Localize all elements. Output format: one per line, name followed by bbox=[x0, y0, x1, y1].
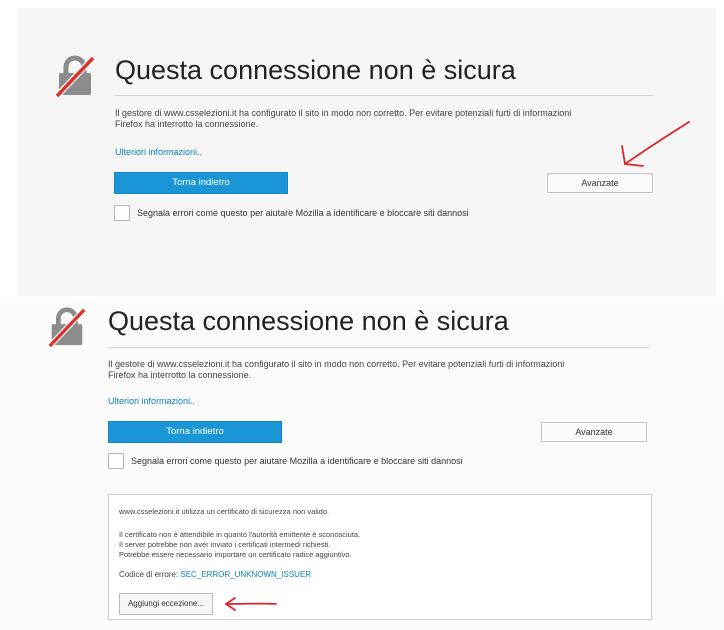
description-line: Firefox ha interrotto la connessione. bbox=[115, 119, 259, 129]
error-code-link[interactable]: SEC_ERROR_UNKNOWN_ISSUER bbox=[180, 570, 311, 579]
advanced-button[interactable]: Avanzate bbox=[541, 422, 647, 442]
title-divider bbox=[115, 95, 653, 96]
error-description: Il gestore di www.csselezioni.it ha conf… bbox=[115, 108, 675, 130]
description-line: Firefox ha interrotto la connessione. bbox=[108, 370, 252, 380]
report-errors-label: Segnala errori come questo per aiutare M… bbox=[137, 208, 469, 218]
page-title: Questa connessione non è sicura bbox=[115, 55, 516, 85]
certificate-detail-text: Il certificato non è attendibile in quan… bbox=[119, 530, 361, 539]
broken-lock-icon bbox=[47, 307, 87, 348]
red-arrow-annotation bbox=[621, 121, 690, 167]
certificate-detail-text: Potrebbe essere necessario importare un … bbox=[119, 550, 352, 559]
page-title: Questa connessione non è sicura bbox=[108, 306, 509, 336]
advanced-button[interactable]: Avanzate bbox=[547, 173, 653, 193]
error-code-label: Codice di errore: bbox=[119, 570, 179, 579]
red-arrow-annotation bbox=[225, 597, 277, 611]
more-info-link[interactable]: Ulteriori informazioni.. bbox=[108, 396, 195, 406]
error-description: Il gestore di www.csselezioni.it ha conf… bbox=[108, 359, 678, 381]
go-back-button[interactable]: Torna indietro bbox=[108, 421, 282, 443]
error-code-line: Codice di errore: SEC_ERROR_UNKNOWN_ISSU… bbox=[119, 570, 311, 579]
description-line: Il gestore di www.csselezioni.it ha conf… bbox=[108, 359, 565, 369]
top-error-page: Questa connessione non è sicura Il gesto… bbox=[0, 0, 724, 298]
bottom-error-page: Questa connessione non è sicura Il gesto… bbox=[0, 298, 724, 630]
report-errors-checkbox[interactable] bbox=[114, 205, 130, 221]
go-back-button[interactable]: Torna indietro bbox=[114, 172, 288, 194]
add-exception-button[interactable]: Aggiungi eccezione... bbox=[119, 593, 213, 615]
report-errors-checkbox[interactable] bbox=[108, 453, 124, 469]
more-info-link[interactable]: Ulteriori informazioni.. bbox=[115, 147, 202, 157]
description-line: Il gestore di www.csselezioni.it ha conf… bbox=[115, 108, 572, 118]
certificate-invalid-text: www.csselezioni.it utilizza un certifica… bbox=[119, 507, 330, 516]
broken-lock-icon bbox=[54, 55, 96, 98]
advanced-info-panel: www.csselezioni.it utilizza un certifica… bbox=[108, 494, 652, 620]
report-errors-label: Segnala errori come questo per aiutare M… bbox=[131, 456, 463, 466]
certificate-detail-text: Il server potrebbe non aver inviato i ce… bbox=[119, 540, 331, 549]
title-divider bbox=[108, 347, 650, 348]
